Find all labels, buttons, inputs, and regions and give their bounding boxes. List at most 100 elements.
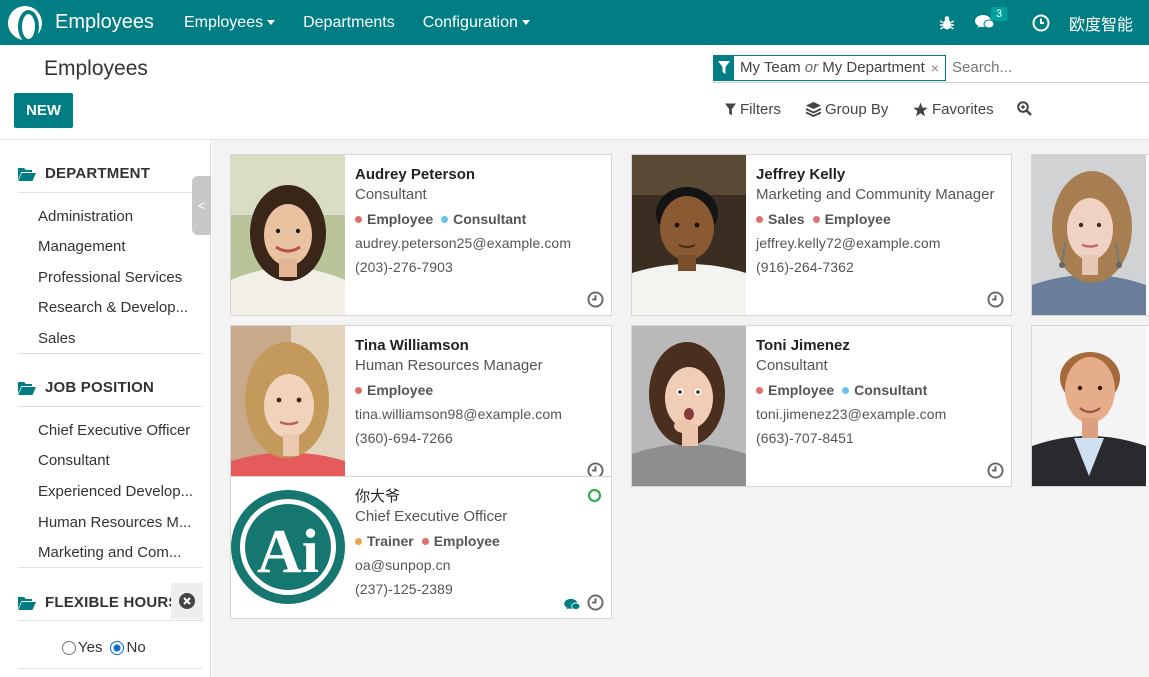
favorites-label: Favorites bbox=[932, 101, 994, 118]
facet-value-my-department: My Department bbox=[822, 59, 925, 76]
tag-employee: Employee bbox=[355, 210, 433, 228]
employee-tags: Trainer Employee bbox=[355, 532, 603, 550]
department-item-sales[interactable]: Sales bbox=[38, 330, 76, 347]
activity-clock-icon[interactable] bbox=[987, 291, 1004, 308]
radio-no-label[interactable]: No bbox=[126, 639, 145, 656]
department-title: DEPARTMENT bbox=[45, 165, 151, 182]
tag-label: Employee bbox=[768, 382, 835, 398]
tag-dot bbox=[756, 386, 763, 394]
app-name[interactable]: Employees bbox=[55, 11, 154, 34]
activities-button[interactable] bbox=[1027, 0, 1055, 45]
divider bbox=[18, 567, 203, 568]
tag-label: Consultant bbox=[453, 211, 527, 227]
chat-icon[interactable] bbox=[564, 598, 581, 612]
department-item-professional-services[interactable]: Professional Services bbox=[38, 269, 182, 286]
online-status-icon bbox=[588, 489, 601, 502]
flexible-hours-title: FLEXIBLE HOURS bbox=[45, 594, 179, 611]
department-item-research[interactable]: Research & Develop... bbox=[38, 299, 188, 316]
employee-photo: Ai bbox=[231, 477, 345, 618]
caret-down-icon bbox=[521, 20, 530, 25]
employee-card[interactable]: Ai 你大爷 Chief Executive Officer Trainer E… bbox=[230, 476, 612, 619]
employee-job: Human Resources Manager bbox=[355, 357, 543, 374]
messages-button[interactable]: 3 bbox=[971, 0, 1008, 45]
menu-departments-label: Departments bbox=[303, 13, 395, 31]
tag-consultant: Consultant bbox=[441, 210, 526, 228]
app-brand[interactable]: Employees bbox=[0, 0, 154, 45]
employee-email: audrey.peterson25@example.com bbox=[355, 235, 572, 251]
menu-employees[interactable]: Employees bbox=[170, 14, 289, 32]
star-icon bbox=[913, 102, 928, 117]
activity-clock-icon[interactable] bbox=[987, 462, 1004, 479]
layers-icon bbox=[806, 102, 821, 117]
activity-clock-icon[interactable] bbox=[587, 291, 604, 308]
card-body: Audrey Peterson Consultant Employee Cons… bbox=[355, 165, 603, 276]
debug-button[interactable] bbox=[933, 0, 961, 45]
menu-employees-label: Employees bbox=[183, 13, 264, 31]
employee-name[interactable]: 你大爷 bbox=[355, 487, 603, 507]
department-item-administration[interactable]: Administration bbox=[38, 208, 133, 225]
company-switcher[interactable]: 欧度智能 bbox=[1069, 11, 1149, 35]
radio-yes[interactable] bbox=[62, 640, 76, 655]
employee-card[interactable]: Jeffrey Kelly Marketing and Community Ma… bbox=[631, 154, 1012, 316]
department-item-management[interactable]: Management bbox=[38, 238, 126, 255]
tag-dot bbox=[355, 537, 362, 545]
job-item-hr-manager[interactable]: Human Resources M... bbox=[38, 514, 191, 531]
facet-remove-icon[interactable]: × bbox=[931, 60, 945, 76]
menu-departments[interactable]: Departments bbox=[289, 14, 409, 32]
tag-label: Employee bbox=[367, 382, 434, 398]
page-title: Employees bbox=[44, 57, 148, 80]
tag-dot bbox=[842, 386, 850, 394]
employee-tags: Employee Consultant bbox=[756, 381, 1003, 399]
card-body: Toni Jimenez Consultant Employee Consult… bbox=[756, 336, 1003, 447]
tag-label: Sales bbox=[768, 211, 805, 227]
employee-photo bbox=[231, 155, 345, 315]
tag-employee: Employee bbox=[756, 381, 834, 399]
search-options-button[interactable] bbox=[1017, 101, 1036, 116]
employee-card[interactable]: Toni Jimenez Consultant Employee Consult… bbox=[631, 325, 1012, 487]
clear-filter-button[interactable] bbox=[171, 583, 203, 619]
job-item-experienced-developer[interactable]: Experienced Develop... bbox=[38, 483, 193, 500]
tag-consultant: Consultant bbox=[842, 381, 927, 399]
employee-name[interactable]: Toni Jimenez bbox=[756, 336, 1003, 356]
employee-email: toni.jimenez23@example.com bbox=[756, 406, 947, 422]
tag-sales: Sales bbox=[756, 210, 805, 228]
employee-job: Consultant bbox=[756, 357, 828, 374]
clock-icon bbox=[1032, 14, 1050, 31]
menu-configuration[interactable]: Configuration bbox=[409, 14, 544, 32]
job-item-ceo[interactable]: Chief Executive Officer bbox=[38, 422, 190, 439]
job-position-header: JOB POSITION bbox=[18, 379, 154, 396]
job-item-marketing[interactable]: Marketing and Com... bbox=[38, 544, 181, 561]
employee-card[interactable] bbox=[1031, 154, 1149, 316]
divider bbox=[18, 353, 203, 354]
favorites-button[interactable]: Favorites bbox=[913, 101, 994, 118]
collapse-panel-button[interactable]: < bbox=[192, 176, 211, 235]
employee-phone: (237)-125-2389 bbox=[355, 581, 453, 597]
tag-dot bbox=[812, 215, 820, 223]
radio-yes-label[interactable]: Yes bbox=[78, 639, 102, 656]
tag-label: Employee bbox=[433, 533, 500, 549]
employee-email: jeffrey.kelly72@example.com bbox=[756, 235, 941, 251]
bug-icon bbox=[939, 15, 955, 30]
tag-employee: Employee bbox=[812, 210, 891, 228]
search-facet[interactable]: My Team or My Department × bbox=[713, 54, 946, 81]
employee-phone: (203)-276-7903 bbox=[355, 259, 453, 275]
folder-open-icon bbox=[18, 381, 36, 395]
filters-label: Filters bbox=[740, 101, 781, 118]
employee-job: Consultant bbox=[355, 186, 427, 203]
new-button[interactable]: NEW bbox=[14, 93, 73, 128]
activity-clock-icon[interactable] bbox=[587, 594, 604, 611]
employee-name[interactable]: Jeffrey Kelly bbox=[756, 165, 1003, 185]
employee-card[interactable]: Audrey Peterson Consultant Employee Cons… bbox=[230, 154, 612, 316]
employee-card[interactable] bbox=[1031, 325, 1149, 487]
radio-no[interactable] bbox=[110, 640, 125, 655]
search-input[interactable] bbox=[952, 59, 1142, 76]
employee-photo bbox=[632, 326, 746, 486]
employee-name[interactable]: Tina Williamson bbox=[355, 336, 603, 356]
tag-label: Consultant bbox=[854, 382, 928, 398]
filters-button[interactable]: Filters bbox=[725, 101, 781, 118]
employee-card[interactable]: Tina Williamson Human Resources Manager … bbox=[230, 325, 612, 487]
odoo-logo-icon[interactable] bbox=[8, 5, 42, 43]
employee-name[interactable]: Audrey Peterson bbox=[355, 165, 603, 185]
job-item-consultant[interactable]: Consultant bbox=[38, 452, 110, 469]
group-by-button[interactable]: Group By bbox=[806, 101, 888, 118]
